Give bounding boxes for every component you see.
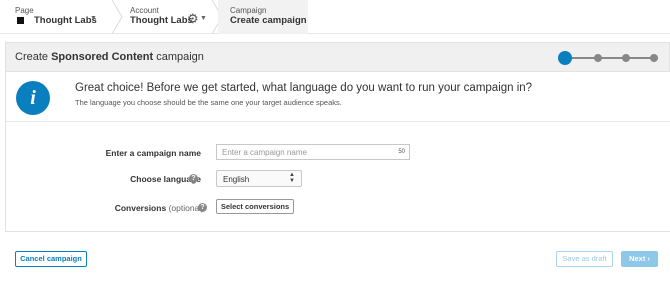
breadcrumb-page-value: Thought Labs [34, 15, 97, 26]
breadcrumb-campaign-value: Create campaign [230, 15, 307, 26]
stepper-line [566, 57, 658, 59]
page-title-suffix: campaign [153, 51, 204, 63]
step-2-dot [594, 54, 602, 62]
breadcrumb-page[interactable]: Page Thought Labs ▼ [0, 0, 118, 34]
help-icon[interactable]: ? [189, 174, 198, 183]
select-arrows-icon: ▲ ▼ [289, 172, 295, 184]
gear-icon[interactable]: ⚙ [187, 11, 199, 27]
campaign-name-row: Enter a campaign name Enter a campaign n… [6, 144, 670, 164]
breadcrumb-account-value: Thought Labs [130, 15, 193, 26]
select-conversions-button[interactable]: Select conversions [216, 199, 294, 214]
campaign-name-placeholder: Enter a campaign name [222, 148, 307, 157]
breadcrumb-campaign: Campaign Create campaign [218, 0, 308, 34]
save-as-draft-button[interactable]: Save as draft [556, 251, 613, 267]
campaign-name-label: Enter a campaign name [105, 148, 201, 158]
cancel-campaign-button[interactable]: Cancel campaign [15, 251, 87, 267]
page-title-campaign-type: Sponsored Content [51, 51, 154, 63]
step-4-dot [650, 54, 658, 62]
breadcrumb-account-label: Account [130, 6, 159, 15]
step-3-dot [622, 54, 630, 62]
conversions-row: Conversions (optional) ? Select conversi… [6, 199, 670, 219]
page-title: Create Sponsored Content campaign [15, 51, 204, 63]
chevron-down-icon[interactable]: ▼ [90, 15, 97, 22]
info-subtext: The language you choose should be the sa… [75, 98, 342, 107]
breadcrumb-account[interactable]: Account Thought Labs ⚙ ▼ [118, 0, 218, 34]
breadcrumb: Page Thought Labs ▼ Account Thought Labs… [0, 0, 670, 34]
footer-actions: Cancel campaign Save as draft Next › [0, 233, 670, 284]
conversions-label-text: Conversions [114, 203, 167, 213]
step-1-dot [558, 51, 572, 65]
info-panel: i Great choice! Before we get started, w… [5, 72, 670, 122]
info-icon: i [16, 81, 50, 115]
info-headline: Great choice! Before we get started, wha… [75, 82, 533, 94]
page-title-prefix: Create [15, 51, 52, 63]
page-header: Create Sponsored Content campaign [5, 42, 670, 72]
language-selected-value: English [223, 175, 250, 184]
breadcrumb-campaign-label: Campaign [230, 6, 267, 15]
language-row: Choose language ? English ▲ ▼ [6, 170, 670, 190]
language-select[interactable]: English ▲ ▼ [216, 170, 302, 187]
conversions-label: Conversions (optional) [115, 203, 204, 213]
char-limit-counter: 50 [398, 149, 405, 155]
help-icon[interactable]: ? [198, 203, 207, 212]
page-avatar-icon [17, 17, 24, 24]
breadcrumb-page-label: Page [15, 6, 34, 15]
progress-stepper [558, 50, 668, 66]
chevron-down-icon[interactable]: ▼ [200, 15, 207, 22]
next-button[interactable]: Next › [621, 251, 658, 267]
campaign-form: Enter a campaign name Enter a campaign n… [5, 122, 670, 232]
campaign-name-input[interactable]: Enter a campaign name 50 [216, 144, 410, 160]
